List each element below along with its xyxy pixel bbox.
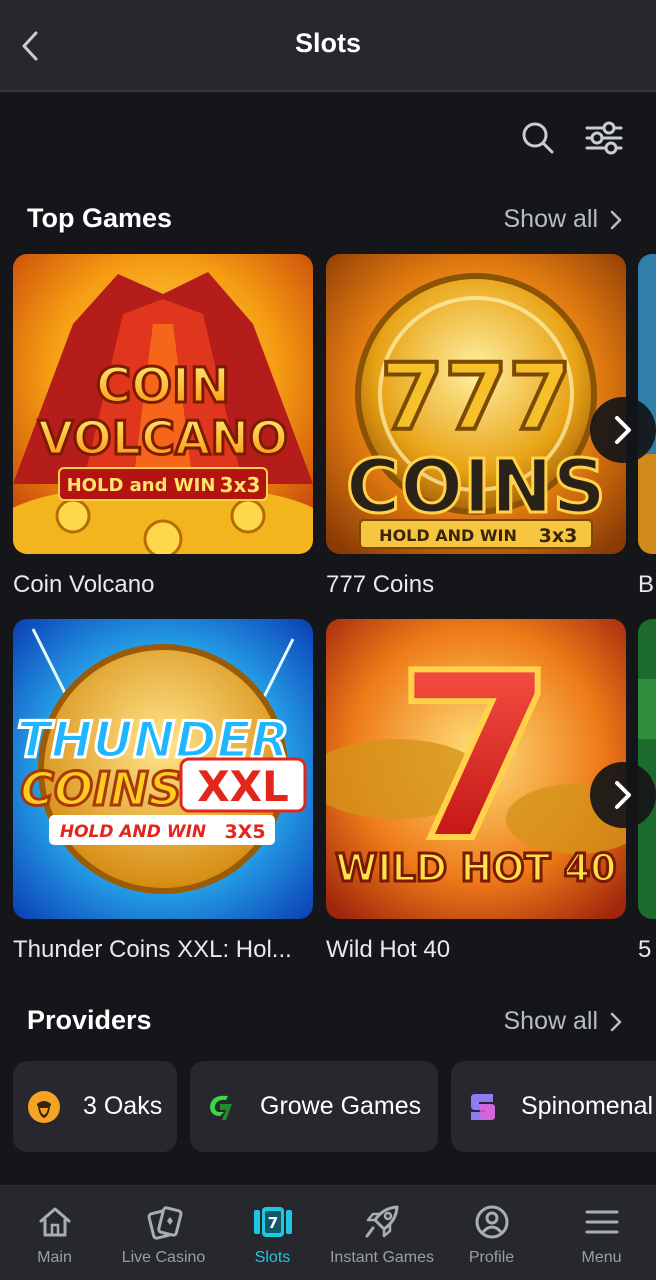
nav-label: Main — [37, 1249, 72, 1266]
game-tile-thunder-coins-xxl[interactable]: THUNDER COINS XXL HOLD AND WIN 3X5 — [13, 619, 313, 919]
growe-logo-icon — [204, 1090, 238, 1124]
nav-label: Slots — [254, 1249, 291, 1266]
art-title-line2b: XXL — [197, 762, 289, 811]
art-title-line2: COINS — [20, 762, 182, 816]
top-games-title: Top Games — [27, 203, 173, 233]
nav-label: Live Casino — [121, 1249, 206, 1266]
search-button[interactable] — [518, 118, 558, 158]
top-bar: Slots — [0, 0, 656, 92]
providers-title: Providers — [27, 1005, 152, 1035]
show-all-label: Show all — [503, 1007, 599, 1035]
slots-page: Slots Top Games Show all COIN VOLCANO HO… — [0, 0, 656, 1280]
art-title-line1: COIN — [96, 358, 230, 414]
art-badge: 3x3 — [220, 473, 261, 497]
acorn-icon — [27, 1090, 61, 1124]
game-title: Wild Hot 40 — [326, 936, 451, 963]
scroll-next-button[interactable] — [590, 397, 656, 463]
game-tile-coin-volcano[interactable]: COIN VOLCANO HOLD and WIN 3x3 — [13, 254, 313, 554]
nav-label: Instant Games — [329, 1249, 435, 1266]
nav-item-slots[interactable]: 7 Slots — [218, 1186, 327, 1280]
sliders-icon — [585, 121, 623, 155]
scroll-next-button[interactable] — [590, 762, 656, 828]
nav-item-instant-games[interactable]: Instant Games — [327, 1186, 437, 1280]
art-badge: 3X5 — [224, 821, 265, 843]
game-artwork: 7 WILD HOT 40 — [326, 619, 626, 919]
nav-item-live-casino[interactable]: Live Casino — [109, 1186, 218, 1280]
top-games-show-all[interactable]: Show all — [504, 205, 623, 234]
chevron-right-icon — [615, 416, 631, 444]
game-title: Thunder Coins XXL: Hol... — [13, 936, 292, 963]
art-title-line2: WILD HOT 40 — [335, 846, 616, 890]
provider-spinomenal[interactable]: Spinomenal — [451, 1061, 656, 1152]
chevron-right-icon — [610, 1012, 622, 1031]
spinomenal-logo-icon — [465, 1090, 499, 1124]
rocket-icon — [365, 1205, 399, 1238]
home-icon — [39, 1207, 70, 1237]
provider-name: Spinomenal — [521, 1092, 654, 1120]
show-all-label: Show all — [503, 205, 599, 233]
page-title: Slots — [294, 28, 361, 58]
game-artwork: 777 COINS HOLD AND WIN 3x3 — [326, 254, 626, 554]
art-subtitle: HOLD and WIN — [67, 475, 216, 496]
game-title: 777 Coins — [326, 571, 435, 598]
provider-growe-games[interactable]: Growe Games — [190, 1061, 438, 1152]
nav-item-profile[interactable]: Profile — [437, 1186, 546, 1280]
art-title-line2: COINS — [346, 444, 606, 530]
game-tile-wild-hot-40[interactable]: 7 WILD HOT 40 — [326, 619, 626, 919]
art-subtitle: HOLD AND WIN — [60, 822, 206, 842]
art-subtitle: HOLD AND WIN — [379, 526, 517, 545]
nav-item-main[interactable]: Main — [0, 1186, 109, 1280]
provider-3-oaks[interactable]: 3 Oaks — [13, 1061, 177, 1152]
filter-button[interactable] — [584, 118, 624, 158]
game-title: B — [638, 571, 655, 598]
svg-text:7: 7 — [267, 1214, 277, 1232]
game-artwork: COIN VOLCANO HOLD and WIN 3x3 — [13, 254, 313, 554]
chevron-right-icon — [610, 210, 622, 229]
nav-label: Profile — [468, 1249, 515, 1266]
game-tile-777-coins[interactable]: 777 COINS HOLD AND WIN 3x3 — [326, 254, 626, 554]
game-title: 5 — [638, 936, 652, 963]
user-icon — [475, 1205, 508, 1239]
art-badge: 3x3 — [539, 525, 578, 547]
nav-label: Menu — [581, 1249, 622, 1266]
game-title: Coin Volcano — [13, 571, 155, 598]
cards-icon — [147, 1206, 182, 1240]
chevron-right-icon — [615, 781, 631, 809]
search-icon — [522, 122, 554, 154]
art-title-line1: 777 — [380, 344, 572, 451]
game-artwork: THUNDER COINS XXL HOLD AND WIN 3X5 — [13, 619, 313, 919]
provider-name: 3 Oaks — [83, 1092, 163, 1120]
hamburger-icon — [585, 1210, 618, 1234]
provider-name: Growe Games — [260, 1092, 422, 1120]
bottom-navigation: Main Live Casino 7 Slots Instant Games P… — [0, 1185, 656, 1280]
nav-item-menu[interactable]: Menu — [547, 1186, 656, 1280]
providers-show-all[interactable]: Show all — [504, 1007, 623, 1036]
art-title-line2: VOLCANO — [38, 411, 288, 465]
slot-machine-icon: 7 — [253, 1207, 292, 1237]
